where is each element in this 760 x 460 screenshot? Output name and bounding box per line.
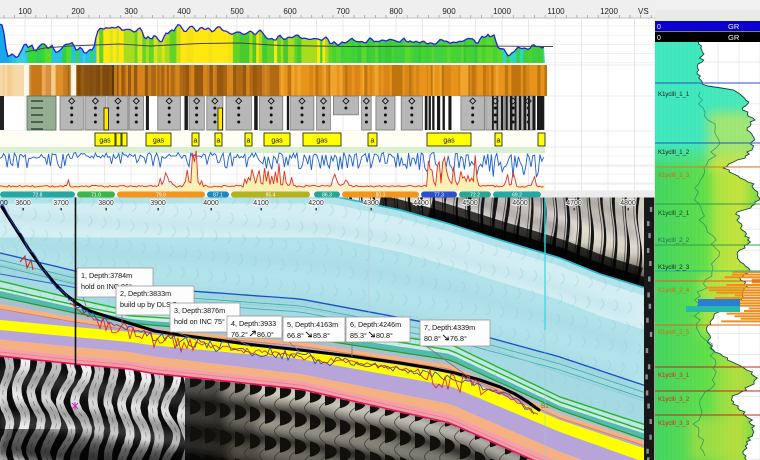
svg-text:600: 600 bbox=[283, 7, 297, 16]
svg-text:2, Depth:3833m: 2, Depth:3833m bbox=[120, 289, 171, 298]
svg-text:69.2: 69.2 bbox=[512, 192, 522, 198]
svg-text:900: 900 bbox=[442, 7, 456, 16]
svg-text:K1ycIII_2_5: K1ycIII_2_5 bbox=[658, 329, 690, 336]
svg-text:300: 300 bbox=[124, 7, 138, 16]
svg-text:K1ycIII_3_2: K1ycIII_3_2 bbox=[658, 396, 690, 403]
svg-text:K1ycIII_1_3: K1ycIII_1_3 bbox=[658, 172, 690, 179]
svg-text:77.3: 77.3 bbox=[434, 192, 444, 198]
svg-text:4800: 4800 bbox=[620, 200, 636, 207]
svg-text:3700: 3700 bbox=[53, 200, 69, 207]
svg-text:86.0°: 86.0° bbox=[257, 330, 274, 339]
svg-text:100: 100 bbox=[18, 7, 32, 16]
svg-text:K1ycIII_2_4: K1ycIII_2_4 bbox=[658, 287, 690, 294]
svg-text:0: 0 bbox=[657, 24, 661, 31]
svg-text:3800: 3800 bbox=[98, 200, 114, 207]
svg-text:200: 200 bbox=[71, 7, 85, 16]
svg-text:4000: 4000 bbox=[203, 200, 219, 207]
svg-text:71.0: 71.0 bbox=[91, 192, 101, 198]
svg-text:80.3: 80.3 bbox=[376, 192, 386, 198]
svg-text:4100: 4100 bbox=[253, 200, 269, 207]
svg-text:3, Depth:3876m: 3, Depth:3876m bbox=[174, 306, 225, 315]
svg-text:85.8°: 85.8° bbox=[313, 331, 330, 340]
svg-text:gas: gas bbox=[443, 138, 455, 145]
svg-text:80.8°: 80.8° bbox=[376, 331, 393, 340]
svg-text:build up by DLS 5: build up by DLS 5 bbox=[120, 300, 177, 309]
svg-text:K1ycIII_2_2: K1ycIII_2_2 bbox=[658, 237, 690, 244]
svg-text:GR: GR bbox=[728, 22, 740, 31]
svg-text:a: a bbox=[371, 138, 375, 145]
svg-text:86.3: 86.3 bbox=[322, 192, 332, 198]
svg-text:1100: 1100 bbox=[547, 7, 565, 16]
svg-text:4500: 4500 bbox=[462, 200, 478, 207]
svg-text:72.8: 72.8 bbox=[33, 192, 43, 198]
svg-text:K1ycIII_3_1: K1ycIII_3_1 bbox=[658, 372, 690, 379]
svg-text:5, Depth:4163m: 5, Depth:4163m bbox=[287, 320, 338, 329]
svg-text:gas: gas bbox=[271, 138, 283, 145]
svg-text:4700: 4700 bbox=[566, 200, 582, 207]
svg-text:hold on INC 75°: hold on INC 75° bbox=[174, 317, 225, 326]
svg-text:gas: gas bbox=[99, 138, 111, 145]
svg-text:K1ycIII_2_1: K1ycIII_2_1 bbox=[658, 210, 690, 217]
svg-text:800: 800 bbox=[389, 7, 403, 16]
svg-text:K1ycIII_1_2: K1ycIII_1_2 bbox=[658, 149, 690, 156]
svg-text:a: a bbox=[247, 138, 251, 145]
svg-text:66.8°: 66.8° bbox=[287, 331, 304, 340]
svg-text:a: a bbox=[194, 138, 198, 145]
svg-text:3900: 3900 bbox=[150, 200, 166, 207]
svg-text:700: 700 bbox=[336, 7, 350, 16]
svg-text:79.9: 79.9 bbox=[156, 192, 166, 198]
svg-text:76.2°: 76.2° bbox=[231, 330, 248, 339]
svg-text:VS: VS bbox=[638, 7, 649, 16]
svg-text:400: 400 bbox=[177, 7, 191, 16]
svg-text:3600: 3600 bbox=[15, 200, 31, 207]
svg-text:80.8°: 80.8° bbox=[424, 334, 441, 343]
svg-text:6, Depth:4246m: 6, Depth:4246m bbox=[350, 320, 401, 329]
svg-text:4, Depth:3933: 4, Depth:3933 bbox=[231, 319, 276, 328]
svg-text:GR: GR bbox=[728, 33, 740, 42]
svg-text:0: 0 bbox=[657, 35, 661, 42]
svg-text:gas: gas bbox=[153, 138, 165, 145]
svg-text:7, Depth:4339m: 7, Depth:4339m bbox=[424, 323, 475, 332]
svg-text:K1ycIII_1_1: K1ycIII_1_1 bbox=[658, 91, 690, 98]
svg-text:4300: 4300 bbox=[363, 200, 379, 207]
svg-text:a: a bbox=[497, 138, 501, 145]
svg-text:85.4: 85.4 bbox=[266, 192, 276, 198]
svg-text:K1ycIII_3_3: K1ycIII_3_3 bbox=[658, 420, 690, 427]
svg-text:1, Depth:3784m: 1, Depth:3784m bbox=[81, 271, 132, 280]
svg-text:B2: B2 bbox=[541, 403, 549, 410]
svg-text:87.1: 87.1 bbox=[213, 192, 223, 198]
svg-text:K1ycIII_2_3: K1ycIII_2_3 bbox=[658, 264, 690, 271]
svg-text:gas: gas bbox=[316, 138, 328, 145]
svg-text:1000: 1000 bbox=[493, 7, 511, 16]
svg-text:85.3°: 85.3° bbox=[350, 331, 367, 340]
svg-text:4200: 4200 bbox=[308, 200, 324, 207]
svg-text:1200: 1200 bbox=[600, 7, 618, 16]
svg-text:72.2: 72.2 bbox=[470, 192, 480, 198]
svg-text:4600: 4600 bbox=[512, 200, 528, 207]
svg-text:4400: 4400 bbox=[413, 200, 429, 207]
svg-text:76.8°: 76.8° bbox=[450, 334, 467, 343]
svg-text:a: a bbox=[217, 138, 221, 145]
svg-text:500: 500 bbox=[230, 7, 244, 16]
